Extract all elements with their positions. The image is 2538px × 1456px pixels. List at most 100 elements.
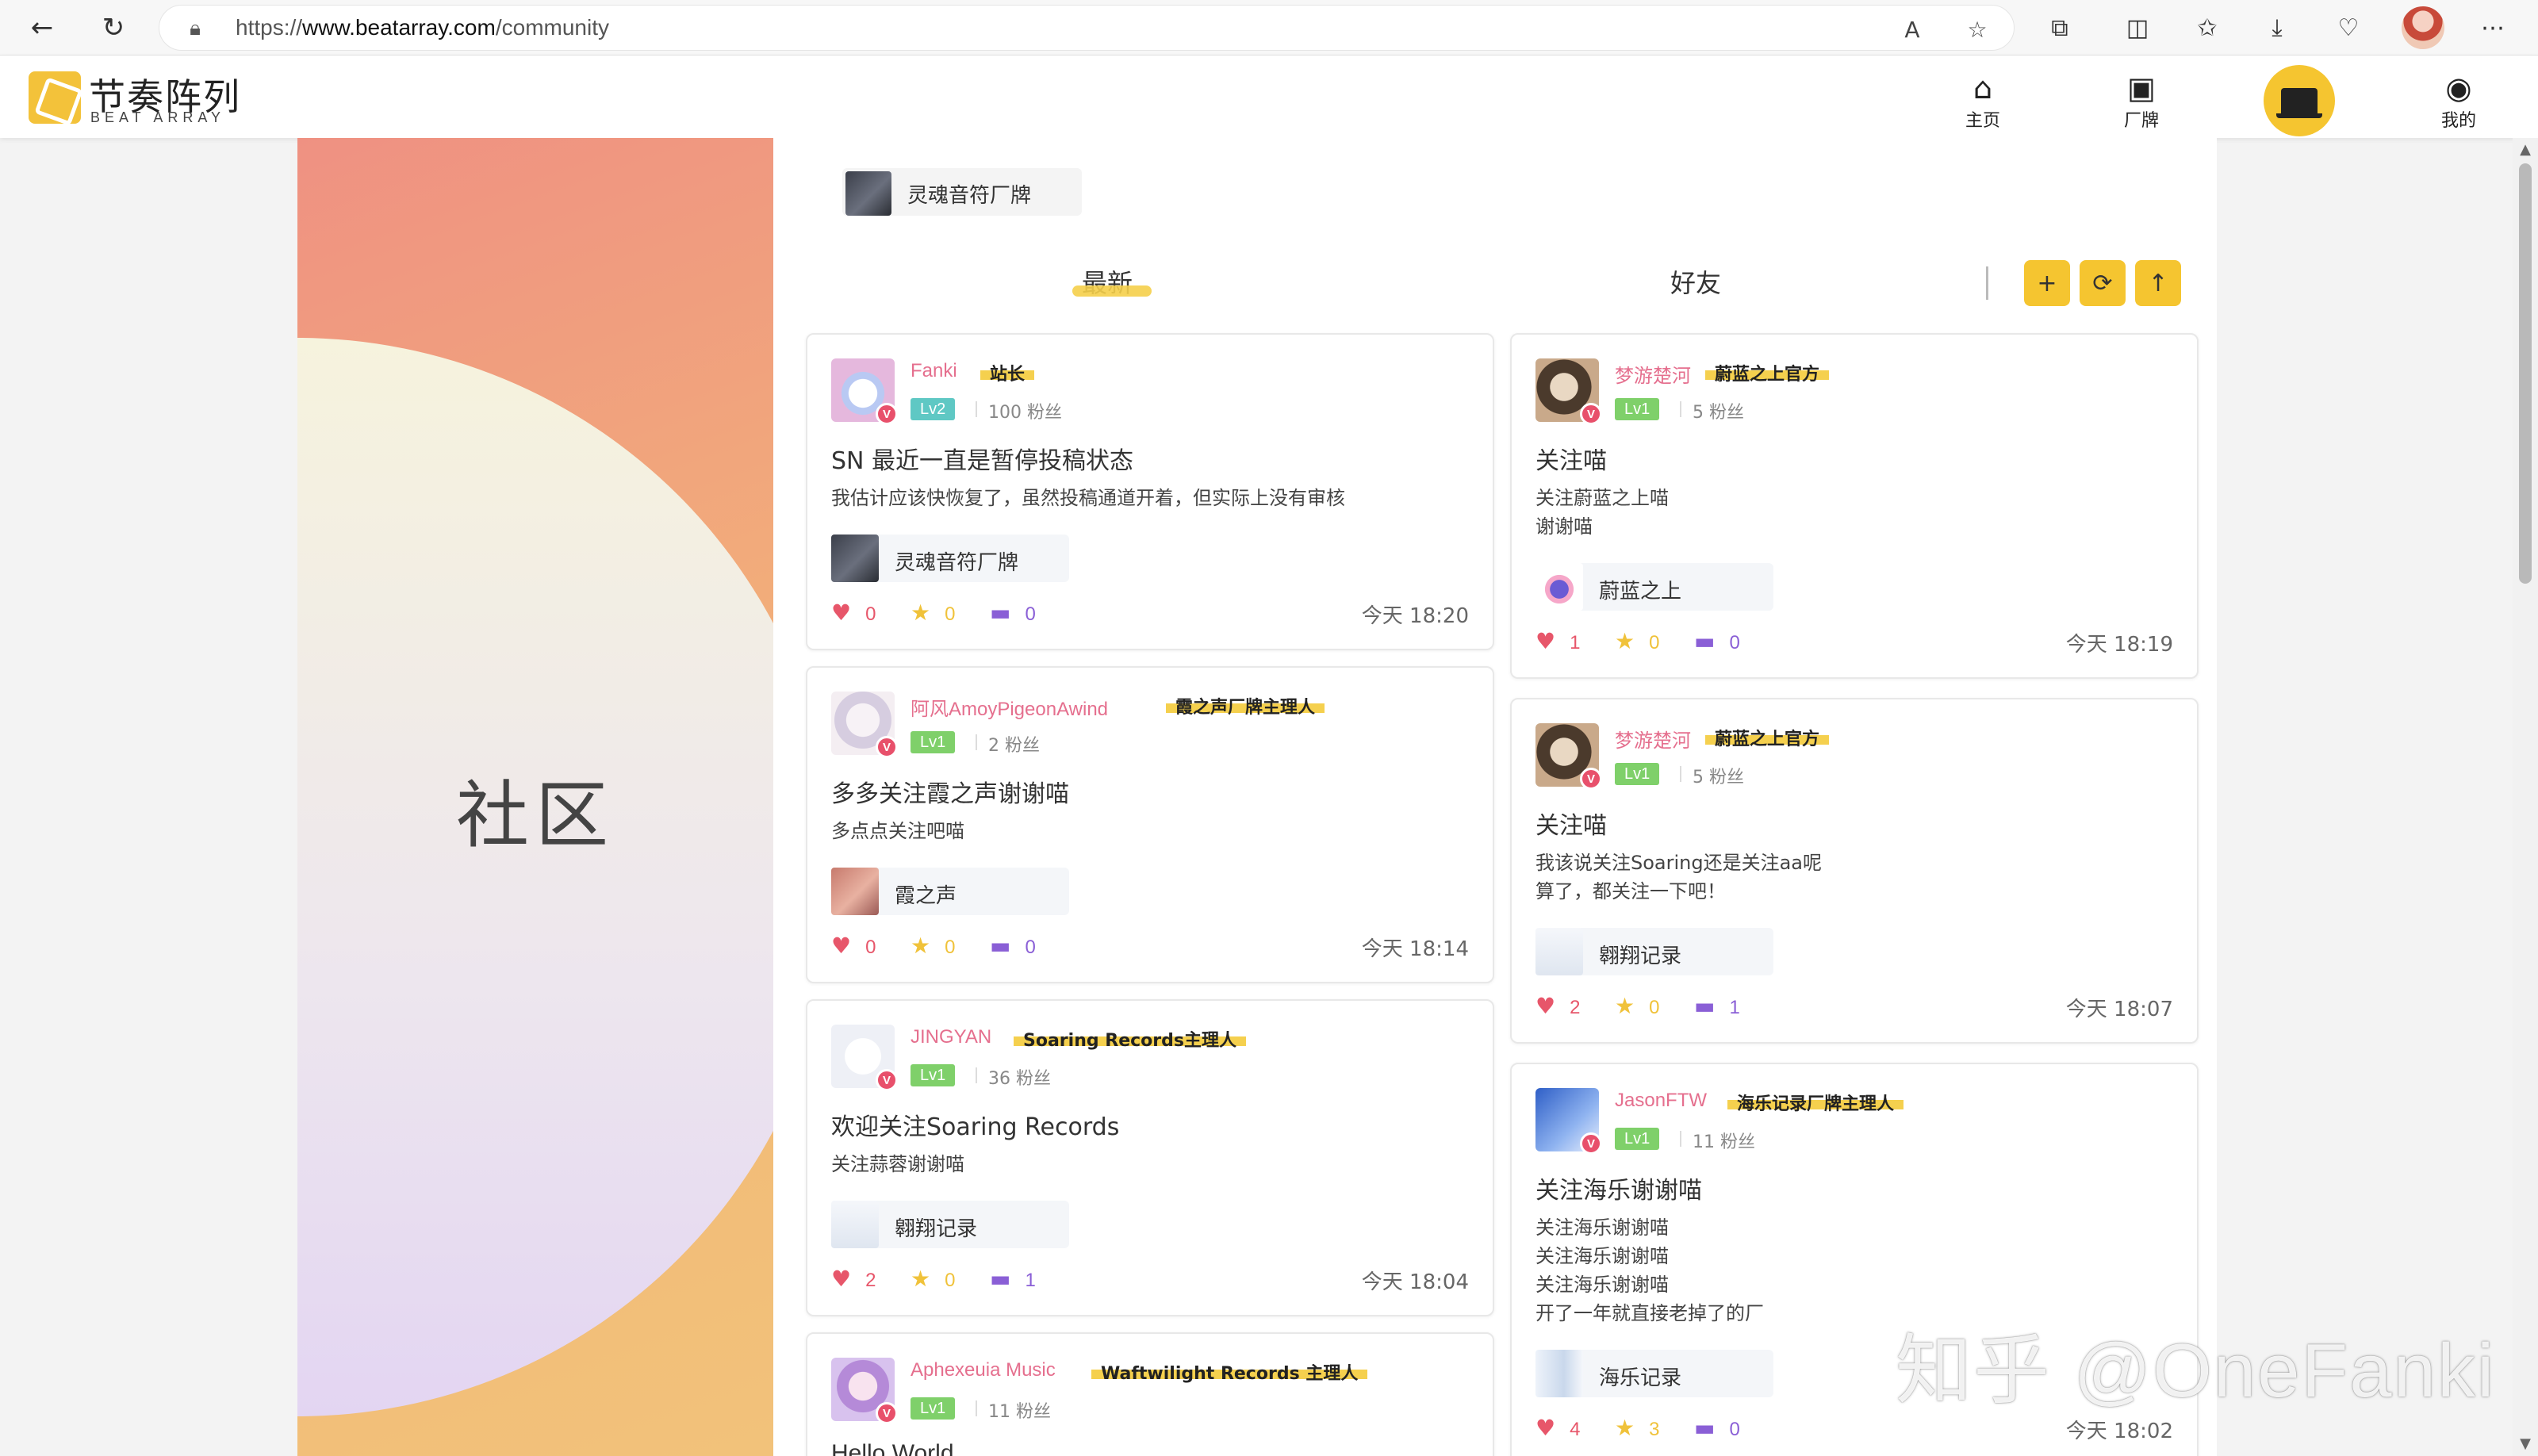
star-icon: ★: [1615, 628, 1635, 654]
post-title[interactable]: 关注海乐谢谢喵: [1535, 1171, 1702, 1205]
username[interactable]: 梦游楚河: [1615, 725, 1691, 753]
post-title[interactable]: SN 最近一直是暂停投稿状态: [831, 441, 1133, 476]
back-icon[interactable]: ←: [22, 8, 62, 48]
like-button[interactable]: ♥ 0: [831, 933, 876, 959]
post-card[interactable]: V JINGYAN Soaring Records主理人 Lv1 36 粉丝 欢…: [806, 999, 1494, 1316]
site-header: 节奏阵列 BEAT ARRAY ⌂ 主页 ▣ 厂牌 ◉ 我的: [0, 56, 2538, 138]
post-title[interactable]: 关注喵: [1535, 441, 1607, 476]
user-icon: ◉: [2445, 71, 2472, 105]
post-brand-chip[interactable]: 蔚蓝之上: [1535, 563, 1773, 611]
like-button[interactable]: ♥ 0: [831, 600, 876, 626]
download-icon[interactable]: ⤓: [2257, 8, 2297, 48]
tab-friends[interactable]: 好友: [1670, 263, 1721, 300]
heart-icon: ♥: [1535, 993, 1556, 1019]
level-badge: Lv2: [911, 398, 956, 420]
post-card[interactable]: V Aphexeuia Music Waftwilight Records 主理…: [806, 1332, 1494, 1456]
like-button[interactable]: ♥ 2: [1535, 993, 1580, 1019]
favorite-star-icon[interactable]: ☆: [1961, 13, 1993, 45]
username[interactable]: Fanki: [911, 360, 957, 382]
post-card[interactable]: V 梦游楚河 蔚蓝之上官方 Lv1 5 粉丝 关注喵 关注蔚蓝之上喵 谢谢喵 蔚…: [1510, 333, 2199, 679]
post-time: 今天 18:19: [2065, 633, 2173, 657]
comment-button[interactable]: ▬ 1: [1694, 993, 1740, 1019]
post-brand-chip[interactable]: 海乐记录: [1535, 1350, 1773, 1397]
banner-title: 社区: [456, 773, 615, 858]
post-body: 多点点关注吧喵: [831, 820, 964, 842]
browser-essentials-icon[interactable]: ♡: [2329, 8, 2368, 48]
post-body: 关注海乐谢谢喵 关注海乐谢谢喵 关注海乐谢谢喵 开了一年就直接老掉了的厂: [1535, 1217, 1764, 1324]
nav-labels[interactable]: ▣ 厂牌: [2102, 70, 2181, 131]
profile-avatar[interactable]: [2402, 6, 2444, 49]
post-brand-chip[interactable]: 翱翔记录: [831, 1201, 1069, 1248]
star-button[interactable]: ★ 0: [1615, 993, 1659, 1019]
username[interactable]: Aphexeuia Music: [911, 1359, 1056, 1381]
comment-icon: ▬: [990, 933, 1011, 959]
level-badge: Lv1: [1615, 763, 1660, 785]
scrollbar-thumb[interactable]: [2519, 163, 2532, 584]
lock-icon[interactable]: 🔒︎: [182, 15, 209, 42]
post-card[interactable]: V 梦游楚河 蔚蓝之上官方 Lv1 5 粉丝 关注喵 我该说关注Soaring还…: [1510, 698, 2199, 1044]
comment-button[interactable]: ▬ 0: [990, 600, 1036, 626]
url-text[interactable]: https://www.beatarray.com/community: [236, 15, 609, 40]
split-screen-icon[interactable]: ◫: [2118, 8, 2157, 48]
comment-button[interactable]: ▬ 1: [990, 1266, 1036, 1292]
verified-icon: V: [876, 403, 898, 425]
refresh-icon[interactable]: ↻: [94, 8, 133, 48]
post-brand-chip[interactable]: 灵魂音符厂牌: [831, 535, 1069, 582]
star-button[interactable]: ★ 0: [911, 933, 955, 959]
star-button[interactable]: ★ 0: [1615, 628, 1659, 654]
like-button[interactable]: ♥ 4: [1535, 1415, 1580, 1441]
new-post-button[interactable]: +: [2024, 260, 2070, 306]
more-menu-icon[interactable]: ⋯: [2473, 8, 2513, 48]
verified-icon: V: [876, 1402, 898, 1424]
star-button[interactable]: ★ 0: [911, 600, 955, 626]
brand-thumbnail: [831, 868, 879, 915]
post-time: 今天 18:20: [1361, 604, 1469, 628]
nav-home[interactable]: ⌂ 主页: [1943, 70, 2022, 131]
like-button[interactable]: ♥ 2: [831, 1266, 876, 1292]
star-icon: ★: [1615, 1415, 1635, 1441]
post-title[interactable]: 多多关注霞之声谢谢喵: [831, 774, 1069, 809]
filter-brand-chip[interactable]: 灵魂音符厂牌: [842, 168, 1082, 216]
post-body: 关注蒜蓉谢谢喵: [831, 1153, 964, 1175]
star-button[interactable]: ★ 0: [911, 1266, 955, 1292]
nav-mine[interactable]: ◉ 我的: [2419, 70, 2498, 131]
user-title-badge: 蔚蓝之上官方: [1705, 360, 1830, 385]
star-icon: ★: [1615, 993, 1635, 1019]
favorites-icon[interactable]: ✩: [2187, 8, 2227, 48]
like-button[interactable]: ♥ 1: [1535, 628, 1580, 654]
speaker-icon: ▣: [2127, 71, 2156, 105]
comment-button[interactable]: ▬ 0: [1694, 1415, 1740, 1441]
refresh-button[interactable]: ⟳: [2080, 260, 2126, 306]
username[interactable]: 梦游楚河: [1615, 360, 1691, 388]
post-title[interactable]: Hello World: [831, 1440, 954, 1456]
brand-thumbnail: [845, 171, 891, 216]
logo-icon[interactable]: [29, 71, 81, 124]
verified-icon: V: [1580, 1132, 1602, 1155]
post-title[interactable]: 关注喵: [1535, 806, 1607, 841]
read-aloud-icon[interactable]: A: [1896, 13, 1928, 45]
comment-button[interactable]: ▬ 0: [990, 933, 1036, 959]
level-badge: Lv1: [911, 1064, 956, 1086]
heart-icon: ♥: [831, 600, 852, 626]
scroll-top-button[interactable]: ↑: [2135, 260, 2181, 306]
username[interactable]: JasonFTW: [1615, 1090, 1707, 1112]
comment-icon: ▬: [990, 1266, 1011, 1292]
watermark: 知乎 @OneFanki: [1896, 1328, 2496, 1413]
post-brand-chip[interactable]: 霞之声: [831, 868, 1069, 915]
post-time: 今天 18:02: [2065, 1420, 2173, 1443]
username[interactable]: 阿风AmoyPigeonAwind: [911, 693, 1108, 721]
nav-community[interactable]: [2264, 65, 2335, 136]
scroll-up-icon[interactable]: ▲: [2517, 141, 2533, 158]
comment-button[interactable]: ▬ 0: [1694, 628, 1740, 654]
extensions-icon[interactable]: ⧉: [2040, 8, 2080, 48]
address-bar[interactable]: 🔒︎ https://www.beatarray.com/community A…: [159, 5, 2015, 51]
post-brand-chip[interactable]: 翱翔记录: [1535, 928, 1773, 975]
star-icon: ★: [911, 933, 931, 959]
post-card[interactable]: V Fanki 站长 Lv2 100 粉丝 SN 最近一直是暂停投稿状态 我估计…: [806, 333, 1494, 650]
post-card[interactable]: V 阿风AmoyPigeonAwind 霞之声厂牌主理人 Lv1 2 粉丝 多多…: [806, 666, 1494, 983]
post-title[interactable]: 欢迎关注Soaring Records: [831, 1107, 1119, 1142]
star-button[interactable]: ★ 3: [1615, 1415, 1659, 1441]
scroll-down-icon[interactable]: ▼: [2517, 1435, 2533, 1452]
user-title-badge: Waftwilight Records 主理人: [1091, 1359, 1368, 1385]
username[interactable]: JINGYAN: [911, 1026, 991, 1048]
